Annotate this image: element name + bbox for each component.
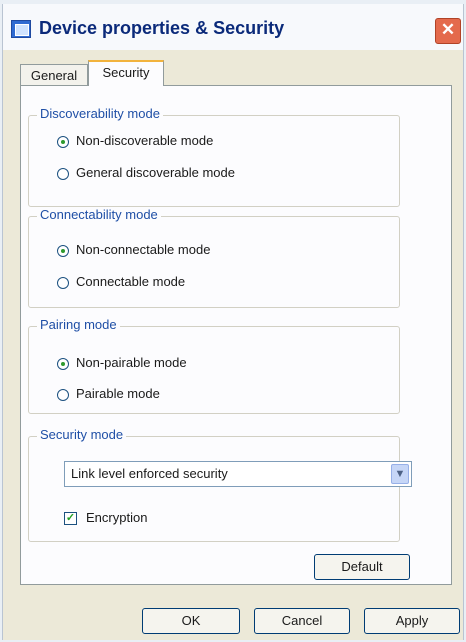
radio-button[interactable] — [57, 389, 69, 401]
title-bar[interactable]: Device properties & Security ✕ — [3, 4, 463, 50]
connectability-group: Connectability mode — [28, 207, 400, 308]
ok-button[interactable]: OK — [142, 608, 240, 634]
default-button[interactable]: Default — [314, 554, 410, 580]
radio-button-selected[interactable] — [57, 358, 69, 370]
pairing-group-label: Pairing mode — [37, 317, 120, 332]
apply-button[interactable]: Apply — [364, 608, 460, 634]
encryption-checkbox[interactable]: ✓ — [64, 512, 77, 525]
tab-general[interactable]: General — [20, 64, 88, 86]
radio-label-non-pairable: Non-pairable mode — [76, 355, 187, 370]
radio-label-general-discoverable: General discoverable mode — [76, 165, 235, 180]
tab-security[interactable]: Security — [88, 60, 164, 86]
security-group: Security mode — [28, 427, 400, 542]
radio-button-selected[interactable] — [57, 136, 69, 148]
radio-button[interactable] — [57, 168, 69, 180]
discoverability-group: Discoverability mode — [28, 106, 400, 207]
device-icon — [11, 20, 31, 38]
encryption-label: Encryption — [86, 510, 148, 525]
close-button[interactable]: ✕ — [435, 18, 461, 44]
radio-label-non-discoverable: Non-discoverable mode — [76, 133, 214, 148]
security-mode-value: Link level enforced security — [71, 466, 228, 481]
cancel-button[interactable]: Cancel — [254, 608, 350, 634]
connectability-group-label: Connectability mode — [37, 207, 161, 222]
radio-label-connectable: Connectable mode — [76, 274, 186, 289]
radio-label-pairable: Pairable mode — [76, 386, 160, 401]
checkmark-icon: ✓ — [65, 512, 76, 524]
security-group-label: Security mode — [37, 427, 127, 442]
chevron-down-icon[interactable]: ▼ — [391, 464, 409, 484]
radio-button[interactable] — [57, 277, 69, 289]
window-title: Device properties & Security — [39, 18, 285, 38]
security-mode-select[interactable]: Link level enforced security ▼ — [64, 461, 412, 487]
radio-label-non-connectable: Non-connectable mode — [76, 242, 211, 257]
discoverability-group-label: Discoverability mode — [37, 106, 163, 121]
radio-button-selected[interactable] — [57, 245, 69, 257]
close-icon: ✕ — [440, 20, 456, 39]
